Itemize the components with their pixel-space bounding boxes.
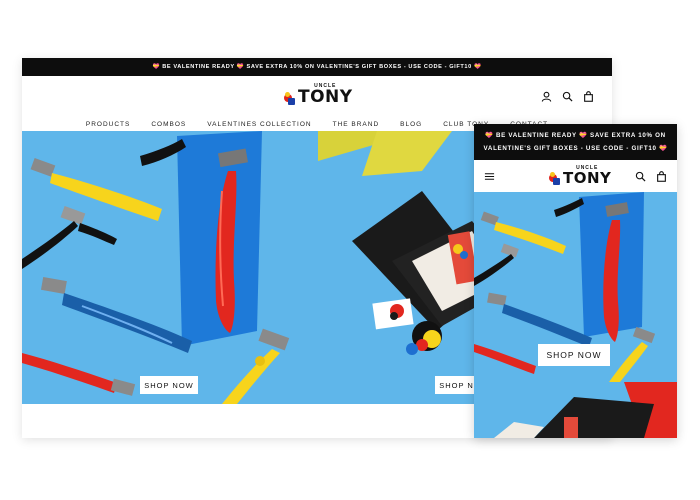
- site-header: UNCLE TONY: [22, 76, 612, 116]
- header-icons: [541, 91, 594, 102]
- search-icon[interactable]: [635, 171, 646, 182]
- mobile-logo-main-text: TONY: [563, 169, 612, 187]
- mobile-shop-now-button[interactable]: SHOP NOW: [538, 344, 610, 366]
- site-logo[interactable]: UNCLE TONY: [284, 84, 353, 106]
- mobile-hero-banner: SHOP NOW: [474, 192, 677, 438]
- search-icon[interactable]: [562, 91, 573, 102]
- logo-mark-icon: [284, 92, 296, 106]
- shop-now-button-left[interactable]: SHOP NOW: [140, 376, 198, 394]
- nav-the-brand[interactable]: THE BRAND: [333, 121, 380, 128]
- mobile-site-logo[interactable]: UNCLE TONY: [549, 166, 611, 186]
- announcement-bar[interactable]: 💝 BE VALENTINE READY 💝 SAVE EXTRA 10% ON…: [22, 58, 612, 76]
- menu-icon[interactable]: [484, 171, 495, 182]
- mobile-announcement-bar[interactable]: 💝 BE VALENTINE READY 💝 SAVE EXTRA 10% ON…: [474, 124, 677, 160]
- account-icon[interactable]: [541, 91, 552, 102]
- mobile-header: UNCLE TONY: [474, 160, 677, 192]
- nav-valentines-collection[interactable]: VALENTINES COLLECTION: [207, 121, 311, 128]
- mobile-header-icons: [635, 171, 667, 182]
- mobile-mockup: 💝 BE VALENTINE READY 💝 SAVE EXTRA 10% ON…: [474, 124, 677, 438]
- mobile-announcement-line-1: 💝 BE VALENTINE READY 💝 SAVE EXTRA 10% ON: [485, 132, 666, 139]
- cart-icon[interactable]: [583, 91, 594, 102]
- cart-icon[interactable]: [656, 171, 667, 182]
- nav-combos[interactable]: COMBOS: [151, 121, 186, 128]
- mobile-hero-image: [474, 192, 677, 438]
- mobile-announcement-line-2: VALENTINE'S GIFT BOXES - USE CODE - GIFT…: [483, 145, 668, 152]
- nav-products[interactable]: PRODUCTS: [86, 121, 130, 128]
- nav-blog[interactable]: BLOG: [400, 121, 422, 128]
- logo-main-text: TONY: [298, 87, 353, 107]
- mobile-logo-mark-icon: [549, 172, 561, 186]
